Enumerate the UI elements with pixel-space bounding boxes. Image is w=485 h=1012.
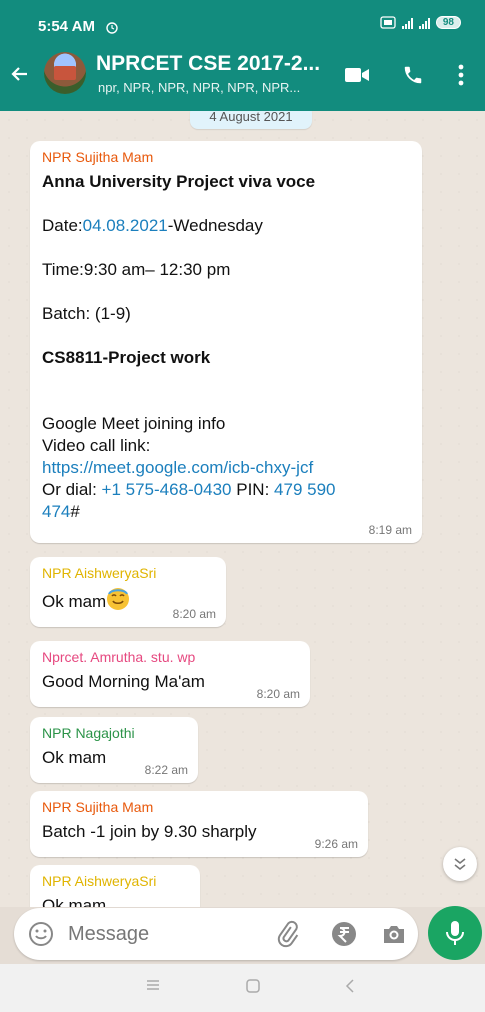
date-link[interactable]: 04.08.2021 (83, 216, 168, 235)
scroll-down-button[interactable] (443, 847, 477, 881)
signal-icon (401, 17, 413, 29)
dial-number-link[interactable]: +1 575-468-0430 (102, 480, 232, 499)
menu-nav-icon[interactable] (145, 978, 161, 997)
status-bar-left: 5:54 AM (38, 18, 119, 35)
status-bar-right: 98 (380, 16, 461, 29)
message-time: 8:22 am (144, 763, 188, 777)
battery-indicator: 98 (435, 16, 461, 29)
message-bubble[interactable]: NPR Sujitha Mam Batch -1 join by 9.30 sh… (30, 791, 368, 857)
pin-suffix: # (70, 502, 80, 521)
more-options-icon[interactable] (458, 64, 464, 91)
message-input-bar[interactable]: Message (14, 908, 418, 960)
group-avatar[interactable] (44, 52, 86, 94)
message-time-line: Time:9:30 am– 12:30 pm (42, 260, 231, 279)
alarm-icon (106, 21, 118, 34)
chat-participants[interactable]: npr, NPR, NPR, NPR, NPR, NPR... (98, 80, 330, 95)
message-sender: NPR Sujitha Mam (42, 149, 154, 165)
smiling-emoji-icon (107, 588, 130, 610)
app-header: 5:54 AM 98 NPRCET CSE 2017-2... npr, NPR… (0, 0, 485, 111)
message-date-line: Date:04.08.2021-Wednesday (42, 215, 410, 237)
system-navigation-bar (0, 964, 485, 1012)
chat-area[interactable]: 4 August 2021 NPR Sujitha Mam Anna Unive… (0, 111, 485, 907)
chat-title[interactable]: NPRCET CSE 2017-2... (96, 52, 336, 76)
video-call-icon[interactable] (344, 66, 370, 89)
message-text: Ok mam (42, 896, 107, 907)
message-bubble[interactable]: NPR AishweryaSri Ok mam (30, 865, 200, 907)
message-sender: NPR Nagajothi (42, 725, 135, 741)
message-sender: NPR AishweryaSri (42, 565, 157, 581)
message-sender: NPR AishweryaSri (42, 873, 157, 889)
emoji-icon[interactable] (28, 921, 54, 952)
pin-prefix: PIN: (231, 480, 275, 499)
message-time: 9:26 am (314, 837, 358, 851)
message-meet-info: Google Meet joining info (42, 414, 226, 433)
message-bubble[interactable]: NPR Nagajothi Ok mam 8:22 am (30, 717, 198, 783)
date-chip: 4 August 2021 (190, 111, 312, 129)
signal-icon-2 (418, 17, 430, 29)
message-text: Batch -1 join by 9.30 sharply (42, 822, 257, 841)
rupee-payment-icon[interactable] (330, 920, 358, 953)
meet-link[interactable]: https://meet.google.com/icb-chxy-jcf (42, 457, 410, 479)
message-batch-line: Batch: (1-9) (42, 304, 131, 323)
date-prefix: Date: (42, 216, 83, 235)
message-bubble[interactable]: NPR Sujitha Mam Anna University Project … (30, 141, 422, 543)
message-bubble[interactable]: NPR AishweryaSri Ok mam 8:20 am (30, 557, 226, 627)
message-pin-line: 474# (42, 501, 410, 523)
back-arrow-icon[interactable] (8, 62, 32, 86)
message-video-label: Video call link: (42, 436, 151, 455)
message-bubble[interactable]: Nprcet. Amrutha. stu. wp Good Morning Ma… (30, 641, 310, 707)
message-time: 8:19 am (368, 523, 412, 537)
microphone-icon (446, 921, 464, 945)
voice-message-button[interactable] (428, 906, 482, 960)
dial-prefix: Or dial: (42, 480, 102, 499)
back-nav-icon[interactable] (344, 978, 356, 999)
date-suffix: -Wednesday (167, 216, 263, 235)
message-dial-line: Or dial: +1 575-468-0430 PIN: 479 590 (42, 479, 410, 501)
message-time: 8:20 am (172, 607, 216, 621)
volte-icon (380, 16, 396, 29)
status-time: 5:54 AM (38, 18, 95, 35)
message-text: Ok mam (42, 592, 107, 611)
message-time: 8:20 am (256, 687, 300, 701)
message-sender: NPR Sujitha Mam (42, 799, 154, 815)
message-input[interactable]: Message (68, 923, 149, 946)
camera-icon[interactable] (380, 920, 408, 953)
pin-link-continued[interactable]: 474 (42, 502, 70, 521)
double-chevron-down-icon (454, 858, 466, 871)
attach-icon[interactable] (272, 920, 300, 953)
message-course: CS8811-Project work (42, 348, 211, 367)
message-heading: Anna University Project viva voce (42, 172, 316, 191)
pin-link[interactable]: 479 590 (274, 480, 335, 499)
message-sender: Nprcet. Amrutha. stu. wp (42, 649, 196, 665)
voice-call-icon[interactable] (402, 64, 424, 91)
home-nav-icon[interactable] (245, 978, 261, 999)
